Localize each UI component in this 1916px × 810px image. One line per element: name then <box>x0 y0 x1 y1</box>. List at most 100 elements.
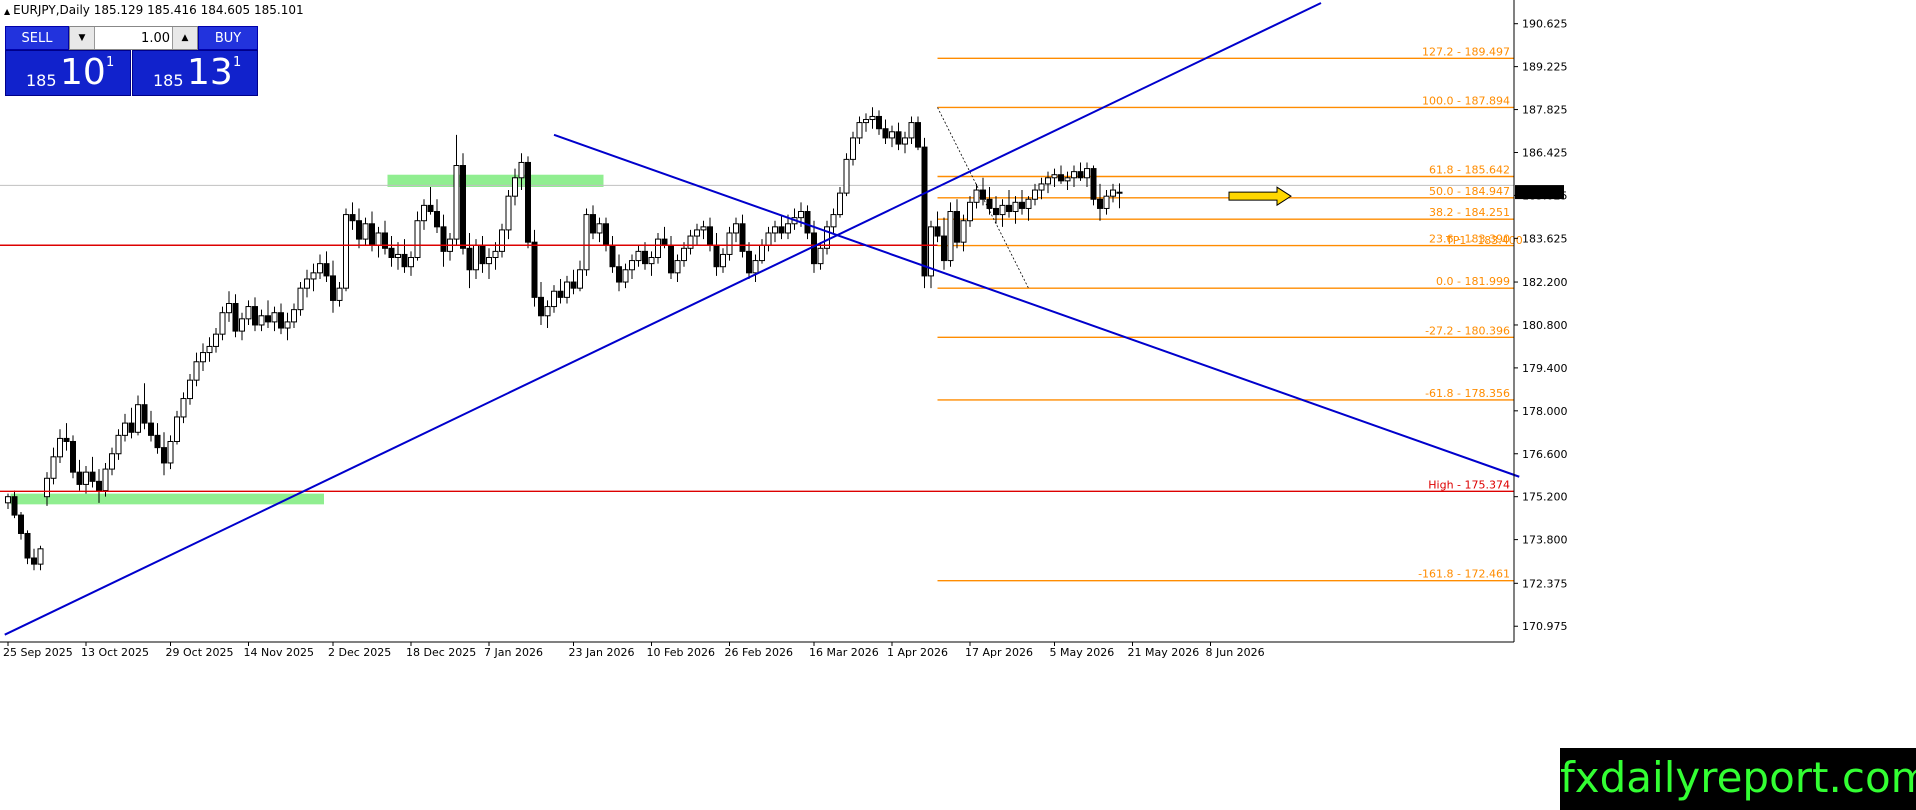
candle-body-140 <box>915 122 921 148</box>
candle-body-14 <box>96 480 102 492</box>
candle-body-65 <box>427 204 434 213</box>
candle-body-15 <box>102 468 109 492</box>
collapse-triangle-icon[interactable]: ▲ <box>4 7 10 16</box>
lot-size-input[interactable] <box>96 29 170 47</box>
candle-body-43 <box>284 321 291 329</box>
y-tick-label-1: 189.225 <box>1522 61 1568 74</box>
candle-body-56 <box>369 223 375 246</box>
candle-body-165 <box>1077 171 1084 179</box>
candle-body-147 <box>960 220 967 243</box>
candle-body-130 <box>850 137 856 160</box>
candle-body-90 <box>590 214 596 234</box>
candle-body-83 <box>544 306 551 317</box>
candle-body-19 <box>128 422 135 433</box>
candle-body-125 <box>817 247 824 265</box>
candle-body-76 <box>499 229 505 252</box>
candle-body-59 <box>388 247 395 259</box>
candle-body-149 <box>973 189 980 203</box>
candle-body-25 <box>167 440 174 464</box>
candle-body-161 <box>1051 174 1058 179</box>
sell-price-box[interactable]: 185 10 1 <box>5 50 131 96</box>
candle-body-71 <box>466 247 473 271</box>
candle-body-4 <box>31 557 37 565</box>
candle-body-136 <box>889 131 895 139</box>
candle-body-166 <box>1084 168 1090 179</box>
fib-label-2: 61.8 - 185.642 <box>1429 163 1510 176</box>
x-tick-label-7: 23 Jan 2026 <box>569 646 635 659</box>
sell-price-fraction: 1 <box>106 55 115 70</box>
price-chart[interactable]: 127.2 - 189.497 100.0 - 187.894 61.8 - 185… <box>0 0 1916 810</box>
candle-body-143 <box>934 226 941 237</box>
candle-body-134 <box>876 115 882 130</box>
fib-label-8: -61.8 - 178.356 <box>1425 387 1510 400</box>
candle-body-36 <box>239 318 245 332</box>
candle-body-46 <box>304 278 310 289</box>
buy-button[interactable]: BUY <box>198 26 258 50</box>
price-axis: 190.625189.225187.825186.425185.025183.6… <box>1513 0 1568 642</box>
candle-body-62 <box>408 257 414 268</box>
candle-body-89 <box>583 214 590 271</box>
candle-body-91 <box>596 223 603 234</box>
lot-decrease-icon[interactable]: ▼ <box>70 27 95 49</box>
candle-body-34 <box>226 303 232 314</box>
candle-body-82 <box>538 296 544 317</box>
candle-body-86 <box>564 281 570 298</box>
fib-label-1: 100.0 - 187.894 <box>1422 94 1510 107</box>
sell-button[interactable]: SELL <box>5 26 69 50</box>
drawn-lines: High - 175.374 <box>0 2 1520 636</box>
candle-body-55 <box>362 223 369 240</box>
buy-price-pips: 13 <box>187 52 233 93</box>
candle-body-8 <box>57 437 63 458</box>
candle-body-69 <box>453 165 460 240</box>
candle-body-109 <box>713 244 720 268</box>
candle-body-39 <box>258 315 265 326</box>
buy-price-prefix: 185 <box>153 71 184 90</box>
lot-increase-icon[interactable]: ▲ <box>172 27 197 49</box>
candle-body-151 <box>986 198 993 209</box>
candle-body-37 <box>245 306 252 320</box>
candle-body-107 <box>700 226 707 231</box>
candle-body-61 <box>401 253 408 268</box>
candle-body-72 <box>473 244 479 271</box>
candle-body-66 <box>434 211 440 228</box>
buy-price-box[interactable]: 185 13 1 <box>132 50 258 96</box>
candle-body-128 <box>837 192 843 216</box>
candle-body-6 <box>44 477 50 498</box>
candle-body-22 <box>148 422 154 436</box>
candle-body-167 <box>1090 168 1097 200</box>
x-tick-label-3: 14 Nov 2025 <box>244 646 314 659</box>
candle-body-133 <box>869 115 876 121</box>
x-tick-label-4: 2 Dec 2025 <box>328 646 391 659</box>
candle-body-157 <box>1025 198 1032 209</box>
candle-body-111 <box>726 232 733 255</box>
candle-body-48 <box>317 263 323 274</box>
projection-arrow-icon <box>1228 186 1292 207</box>
one-click-trading-panel: SELL ▼ ▲ BUY 185 10 1 185 13 1 <box>5 26 258 96</box>
candle-body-135 <box>882 128 889 139</box>
candle-body-70 <box>460 165 466 249</box>
candle-body-114 <box>746 250 752 274</box>
candle-body-50 <box>330 275 336 301</box>
candle-body-160 <box>1045 177 1051 185</box>
candle-body-102 <box>668 244 674 274</box>
candle-body-96 <box>629 260 635 271</box>
candle-body-94 <box>616 266 622 283</box>
candle-body-117 <box>765 232 772 246</box>
candle-body-21 <box>141 404 148 424</box>
y-tick-label-12: 173.800 <box>1522 534 1568 547</box>
candle-body-75 <box>492 250 499 259</box>
y-tick-label-6: 182.200 <box>1522 276 1568 289</box>
candle-body-33 <box>219 312 226 335</box>
x-tick-label-8: 10 Feb 2026 <box>647 646 715 659</box>
candle-body-38 <box>252 306 258 326</box>
y-tick-label-2: 187.825 <box>1522 104 1568 117</box>
trade-panel-top: SELL ▼ ▲ BUY <box>5 26 258 50</box>
candle-body-154 <box>1006 204 1012 213</box>
x-tick-label-2: 29 Oct 2025 <box>166 646 234 659</box>
candle-body-23 <box>154 434 161 449</box>
candle-body-169 <box>1103 195 1110 209</box>
candle-body-13 <box>89 471 96 482</box>
candle-body-171 <box>1116 191 1123 194</box>
trendline-0 <box>4 2 1322 636</box>
trendline-1 <box>553 133 1520 478</box>
